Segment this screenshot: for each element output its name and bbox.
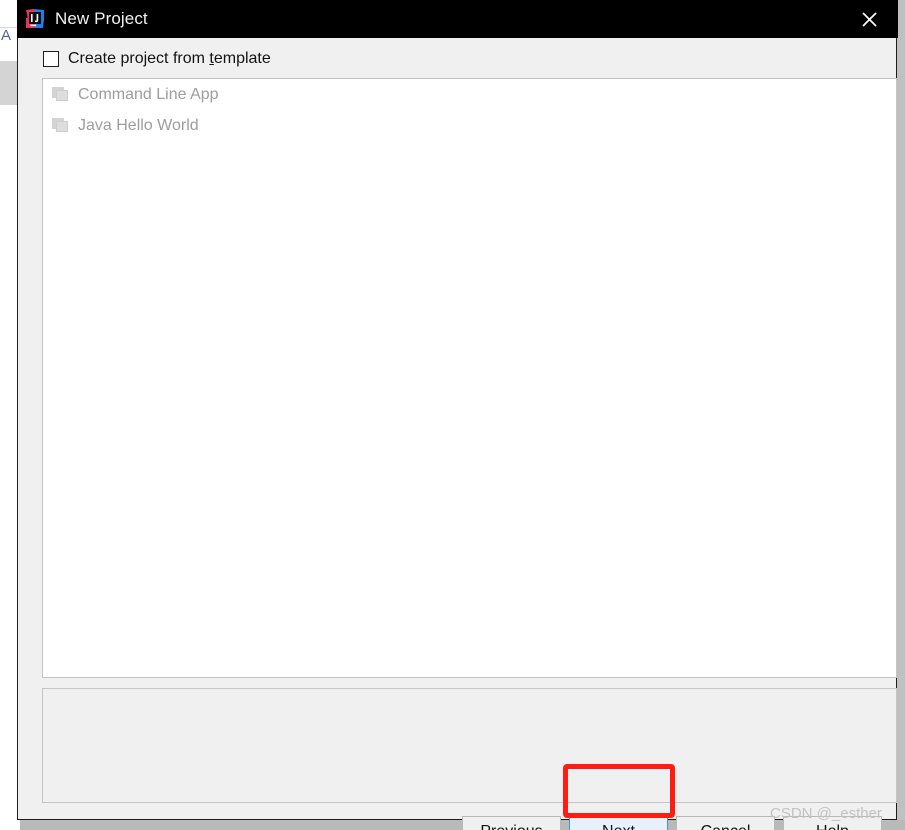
cancel-button[interactable]: Cancel	[676, 816, 775, 830]
module-icon	[52, 87, 69, 102]
background-window-glyph: A	[1, 27, 11, 44]
close-icon[interactable]	[840, 0, 898, 38]
create-project-from-template-label: Create project from template	[68, 50, 271, 68]
desktop-background-right	[897, 0, 905, 830]
next-mnemonic: N	[602, 823, 614, 830]
module-icon	[52, 118, 69, 133]
screenshot-root: A New Project Create project from templa…	[0, 0, 905, 830]
dialog-footer: Previous Next Cancel Help	[18, 806, 898, 830]
template-list[interactable]: Command Line App Java Hello World	[42, 78, 897, 678]
previous-mnemonic: P	[480, 823, 491, 830]
new-project-dialog: New Project Create project from template…	[17, 0, 898, 830]
dialog-body: Create project from template Command Lin…	[18, 38, 897, 830]
previous-button[interactable]: Previous	[462, 816, 561, 830]
checkbox-label-before: Create project from	[68, 50, 210, 67]
next-button-label: Next	[602, 823, 635, 830]
previous-label-rest: revious	[491, 823, 543, 830]
create-project-from-template-row[interactable]: Create project from template	[43, 50, 271, 68]
create-project-from-template-checkbox[interactable]	[43, 51, 59, 67]
list-item-label: Java Hello World	[78, 116, 199, 134]
help-button[interactable]: Help	[783, 816, 882, 830]
dialog-title: New Project	[55, 9, 148, 28]
list-item[interactable]: Java Hello World	[43, 110, 896, 141]
checkbox-label-after: emplate	[213, 50, 271, 67]
background-window-tab	[0, 61, 17, 105]
background-window-strip: A	[0, 0, 17, 830]
list-item-label: Command Line App	[78, 85, 219, 103]
cancel-button-label: Cancel	[701, 823, 751, 830]
previous-button-label: Previous	[480, 823, 542, 830]
next-label-rest: ext	[614, 823, 635, 830]
intellij-idea-logo-icon	[24, 8, 46, 30]
dialog-titlebar: New Project	[17, 0, 898, 38]
help-button-label: Help	[816, 823, 849, 830]
next-button[interactable]: Next	[569, 816, 668, 830]
list-item[interactable]: Command Line App	[43, 79, 896, 110]
description-panel	[42, 688, 897, 803]
